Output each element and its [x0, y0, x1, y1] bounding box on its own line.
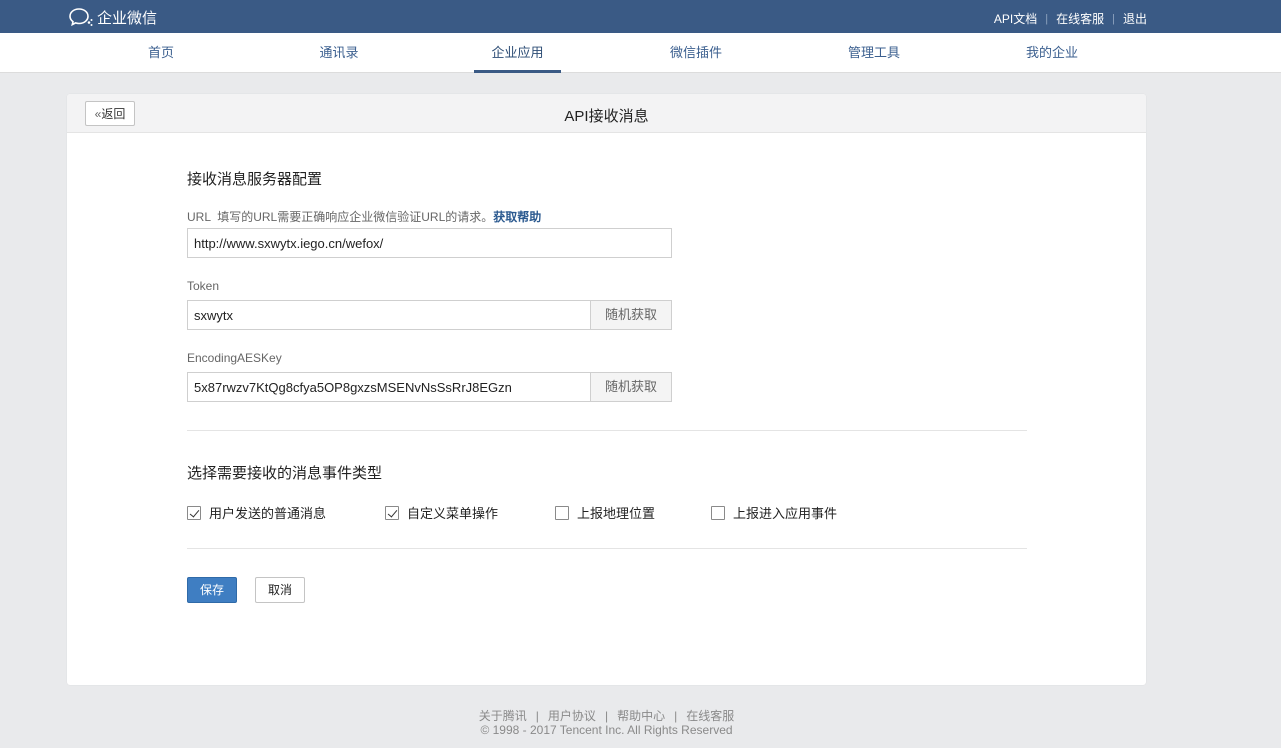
separator: |	[1112, 12, 1115, 25]
save-button[interactable]: 保存	[187, 577, 237, 603]
footer-link-terms[interactable]: 用户协议	[548, 709, 596, 723]
aes-key-input[interactable]	[187, 372, 591, 402]
url-label: URL 填写的URL需要正确响应企业微信验证URL的请求。获取帮助	[187, 208, 541, 225]
config-panel: « 返回 API接收消息 接收消息服务器配置 URL 填写的URL需要正确响应企…	[67, 94, 1146, 685]
checkbox-box[interactable]	[385, 505, 399, 520]
logo-text: 企业微信	[97, 9, 158, 27]
aes-key-label: EncodingAESKey	[187, 351, 282, 365]
checkbox-box[interactable]	[555, 505, 569, 520]
token-random-button[interactable]: 随机获取	[590, 300, 672, 330]
divider	[187, 430, 1027, 431]
checkbox-label: 自定义菜单操作	[407, 506, 499, 521]
divider	[187, 548, 1027, 549]
aes-key-random-button[interactable]: 随机获取	[590, 372, 672, 402]
cancel-button[interactable]: 取消	[255, 577, 305, 603]
get-help-link[interactable]: 获取帮助	[493, 210, 541, 224]
api-docs-link[interactable]: API文档	[994, 10, 1037, 27]
footer-links: 关于腾讯 | 用户协议 | 帮助中心 | 在线客服	[0, 707, 1213, 724]
logo[interactable]: 企业微信	[68, 7, 157, 27]
footer-link-help[interactable]: 帮助中心	[617, 709, 665, 723]
checkbox-label: 上报进入应用事件	[733, 506, 838, 521]
wework-logo-icon	[69, 8, 93, 27]
nav-item-contacts[interactable]: 通讯录	[304, 33, 374, 73]
copyright: © 1998 - 2017 Tencent Inc. All Rights Re…	[480, 723, 733, 737]
nav-item-apps[interactable]: 企业应用	[474, 33, 561, 73]
page-title: API接收消息	[564, 108, 649, 125]
footer-link-about[interactable]: 关于腾讯	[479, 709, 527, 723]
footer-link-service[interactable]: 在线客服	[686, 709, 734, 723]
nav-item-home[interactable]: 首页	[131, 33, 191, 73]
checkbox-label: 上报地理位置	[577, 506, 656, 521]
online-service-link[interactable]: 在线客服	[1056, 10, 1104, 27]
separator: |	[535, 709, 539, 723]
separator: |	[674, 709, 678, 723]
separator: |	[604, 709, 609, 723]
url-label-text: URL 填写的URL需要正确响应企业微信验证URL的请求。	[187, 210, 494, 224]
logout-link[interactable]: 退出	[1123, 10, 1147, 27]
nav-item-wechat-plugin[interactable]: 微信插件	[653, 33, 739, 73]
nav-item-my-company[interactable]: 我的企业	[1009, 33, 1095, 73]
checkbox-label: 用户发送的普通消息	[209, 506, 327, 521]
checkbox-location-report[interactable]: 上报地理位置	[555, 503, 655, 522]
checkbox-custom-menu[interactable]: 自定义菜单操作	[385, 503, 498, 522]
top-links: API文档 | 在线客服 | 退出	[994, 10, 1147, 27]
checkbox-box[interactable]	[711, 505, 725, 520]
event-types-title: 选择需要接收的消息事件类型	[187, 465, 383, 482]
token-input[interactable]	[187, 300, 591, 330]
top-bar: 企业微信 API文档 | 在线客服 | 退出	[0, 0, 1281, 33]
panel-header: « 返回 API接收消息	[67, 94, 1146, 133]
server-config-title: 接收消息服务器配置	[187, 171, 323, 188]
checkbox-user-message[interactable]: 用户发送的普通消息	[187, 503, 326, 522]
checkbox-box[interactable]	[187, 505, 201, 520]
url-input[interactable]	[187, 228, 672, 258]
separator: |	[1045, 12, 1049, 25]
checkbox-enter-app-event[interactable]: 上报进入应用事件	[711, 503, 837, 522]
main-nav: 首页 通讯录 企业应用 微信插件 管理工具 我的企业	[0, 33, 1281, 73]
token-label: Token	[187, 279, 220, 293]
nav-item-admin-tools[interactable]: 管理工具	[831, 33, 917, 73]
